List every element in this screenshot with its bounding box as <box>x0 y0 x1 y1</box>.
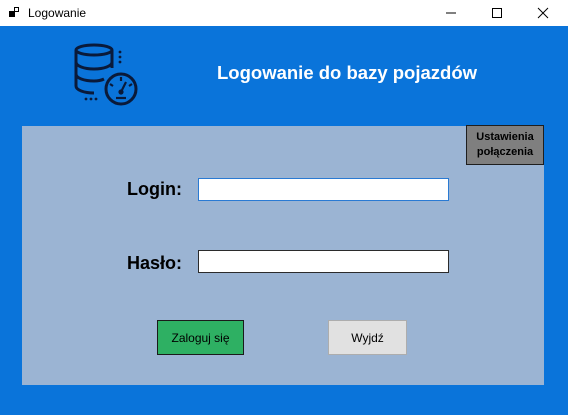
page-title: Logowanie do bazy pojazdów <box>217 62 478 83</box>
login-input[interactable] <box>198 178 449 201</box>
exit-button[interactable]: Wyjdź <box>328 320 407 355</box>
minimize-icon <box>446 12 456 14</box>
connection-settings-label-line1: Ustawienia <box>476 131 534 143</box>
close-icon <box>537 7 549 19</box>
password-input[interactable] <box>198 250 449 273</box>
login-button[interactable]: Zaloguj się <box>157 320 244 355</box>
maximize-button[interactable] <box>474 0 520 26</box>
connection-settings-button[interactable]: Ustawienia połączenia <box>466 125 544 165</box>
title-bar[interactable]: Logowanie <box>0 0 568 26</box>
maximize-icon <box>492 8 502 18</box>
window-title: Logowanie <box>28 6 87 20</box>
password-label: Hasło: <box>127 253 183 273</box>
login-window: Logowanie Logowanie do bazy pojazdów Ust… <box>0 0 568 415</box>
login-label: Login: <box>127 179 182 199</box>
close-button[interactable] <box>520 0 566 26</box>
connection-settings-label-line2: połączenia <box>476 146 534 158</box>
database-gauge-icon <box>74 43 138 106</box>
app-icon <box>9 7 19 17</box>
minimize-button[interactable] <box>428 0 474 26</box>
